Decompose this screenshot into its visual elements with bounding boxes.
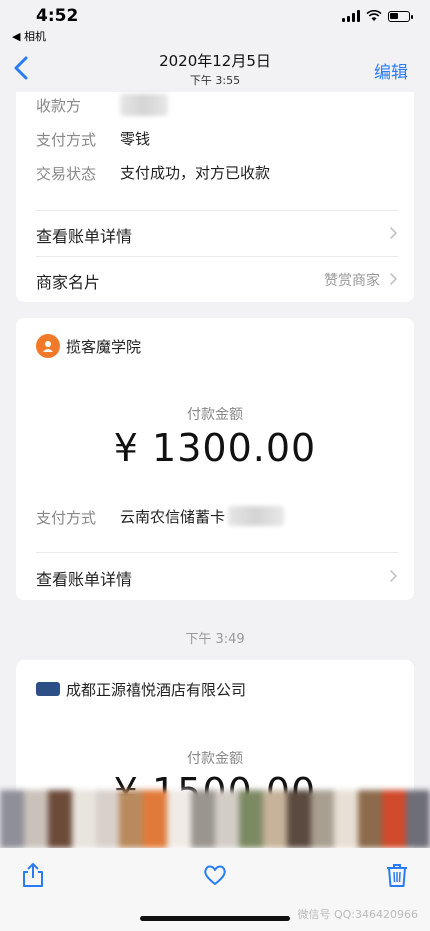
battery-icon [388, 10, 413, 22]
nav-title: 2020年12月5日 [159, 52, 271, 70]
amount-label: 付款金额 [187, 751, 243, 767]
heart-icon[interactable] [202, 862, 228, 888]
status-bar: 4:52 ◀ 相机 [0, 0, 430, 44]
blurred-photo-strip [0, 790, 430, 848]
bill-detail-row[interactable]: 查看账单详情 [16, 554, 414, 598]
status-time: 4:52 [36, 6, 79, 26]
merchant-card-row[interactable]: 商家名片 赞赏商家 [16, 257, 414, 301]
bill-detail-label: 查看账单详情 [36, 227, 133, 246]
wifi-icon [366, 10, 382, 21]
payment-method-label: 支付方式 [36, 509, 97, 527]
merchant-logo-icon [36, 334, 60, 358]
chevron-right-icon [389, 226, 398, 240]
divider [36, 552, 398, 553]
transaction-card-1: 收款方 支付方式 零钱 交易状态 支付成功，对方已收款 查看账单详情 商家名片 … [16, 92, 414, 302]
transaction-card-2: 揽客魔学院 付款金额 ¥ 1300.00 支付方式 云南农信储蓄卡 查看账单详情 [16, 318, 414, 600]
payee-label: 收款方 [36, 97, 82, 115]
trash-icon[interactable] [384, 862, 410, 888]
amount-label: 付款金额 [187, 407, 243, 423]
bill-detail-label: 查看账单详情 [36, 570, 133, 589]
payment-method-label: 支付方式 [36, 131, 97, 149]
card-number-redacted [228, 506, 284, 526]
signal-icon [342, 10, 360, 22]
share-icon[interactable] [20, 862, 46, 888]
merchant-card-label: 商家名片 [36, 273, 101, 292]
payment-method-value: 零钱 [120, 130, 151, 148]
nav-bar: 2020年12月5日 下午 3:55 编辑 [0, 44, 430, 92]
merchant-name: 揽客魔学院 [66, 338, 142, 356]
transaction-timestamp: 下午 3:49 [185, 632, 245, 647]
chevron-right-icon [389, 569, 398, 583]
payee-value-redacted [120, 94, 168, 116]
payment-method-value: 云南农信储蓄卡 [120, 508, 226, 526]
home-indicator [140, 916, 290, 921]
transaction-status-value: 支付成功，对方已收款 [120, 164, 271, 182]
edit-button[interactable]: 编辑 [374, 58, 408, 83]
merchant-logo-icon [36, 682, 60, 696]
watermark: 微信号 QQ:346420966 [297, 908, 418, 921]
nav-subtitle: 下午 3:55 [189, 74, 241, 87]
status-icons [342, 10, 413, 22]
back-to-app-link[interactable]: ◀ 相机 [12, 28, 46, 44]
merchant-name: 成都正源禧悦酒店有限公司 [66, 681, 247, 699]
bill-detail-row[interactable]: 查看账单详情 [16, 211, 414, 255]
transaction-status-label: 交易状态 [36, 165, 97, 183]
chevron-right-icon [389, 272, 398, 286]
amount-value: ¥ 1300.00 [113, 426, 317, 470]
reward-merchant-label: 赞赏商家 [324, 273, 380, 289]
